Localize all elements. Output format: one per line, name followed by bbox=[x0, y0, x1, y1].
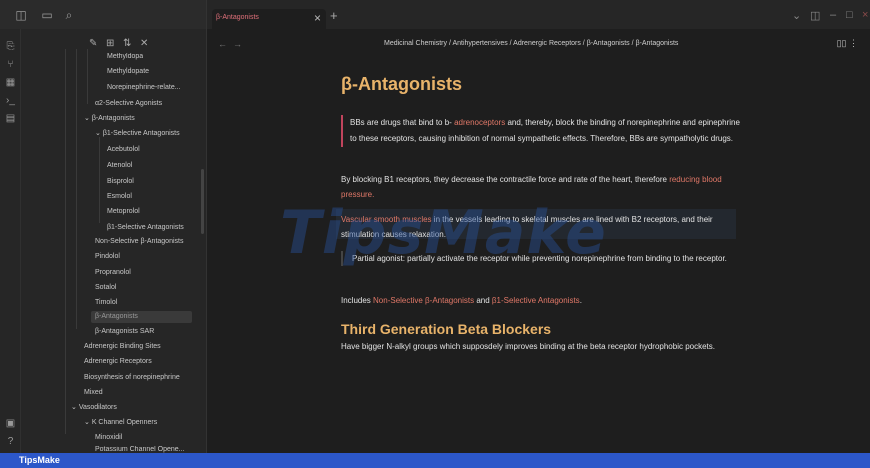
page-title: β-Antagonists bbox=[341, 74, 462, 94]
search-icon[interactable]: ⌕ bbox=[62, 8, 76, 22]
close-window-icon[interactable]: × bbox=[862, 9, 868, 21]
tree-folder-k-channel[interactable]: ⌄ K Channel Openners bbox=[84, 417, 157, 429]
tree-item[interactable]: Non-Selective β-Antagonists bbox=[95, 236, 183, 248]
tree-item[interactable]: Pindolol bbox=[95, 251, 120, 263]
title-bar: ◫ ▭ ⌕ β-Antagonists × + ⌄ ◫ – □ × bbox=[0, 0, 870, 29]
sidebar-scrollbar[interactable] bbox=[201, 169, 204, 234]
chevron-down-icon: ⌄ bbox=[71, 404, 79, 411]
paragraph: Have bigger N-alkyl groups which supposd… bbox=[341, 342, 715, 351]
collapse-icon[interactable]: ✕ bbox=[140, 38, 148, 49]
sort-icon[interactable]: ⇅ bbox=[123, 38, 131, 49]
tree-item[interactable]: Biosynthesis of norepinephrine bbox=[84, 372, 180, 384]
tree-item[interactable]: Acebutolol bbox=[107, 144, 140, 156]
tree-item[interactable]: Minoxidil bbox=[95, 432, 122, 444]
tree-item[interactable]: Adrenergic Binding Sites bbox=[84, 341, 161, 353]
link-beta1-selective[interactable]: β1-Selective Antagonists bbox=[492, 296, 580, 305]
tree-item[interactable]: Mixed bbox=[84, 387, 103, 399]
section-heading: Third Generation Beta Blockers bbox=[341, 321, 552, 337]
right-sidebar-icon[interactable]: ◫ bbox=[810, 9, 820, 22]
calendar-icon[interactable]: ▤ bbox=[4, 112, 17, 125]
help-icon[interactable]: ? bbox=[4, 435, 17, 448]
tree-guide bbox=[87, 49, 88, 104]
sidebar-header: ◫ ▭ ⌕ bbox=[0, 0, 207, 29]
tree-item[interactable]: Esmolol bbox=[107, 191, 132, 203]
book-icon[interactable]: ▯▯ ⋮ bbox=[837, 38, 858, 49]
tree-item[interactable]: Potassium Channel Opene... bbox=[95, 446, 185, 453]
tree-item[interactable]: Bisprolol bbox=[107, 176, 134, 188]
new-folder-icon[interactable]: ⊞ bbox=[106, 38, 114, 49]
tree-folder-beta1-selective[interactable]: ⌄ β1-Selective Antagonists bbox=[95, 128, 180, 140]
tree-item[interactable]: Sotalol bbox=[95, 282, 116, 294]
chevron-down-icon[interactable]: ⌄ bbox=[792, 9, 801, 22]
callout: BBs are drugs that bind to b- adrenocept… bbox=[341, 115, 741, 147]
tree-item[interactable]: Atenolol bbox=[107, 160, 132, 172]
watermark: TipsMake bbox=[280, 198, 610, 274]
graph-icon[interactable]: ⑂ bbox=[4, 58, 17, 71]
tree-item[interactable]: β-Antagonists SAR bbox=[95, 326, 154, 338]
paragraph: Includes Non-Selective β-Antagonists and… bbox=[341, 296, 582, 305]
tree-item[interactable]: Propranolol bbox=[95, 267, 131, 279]
vault-icon[interactable]: ▣ bbox=[4, 417, 17, 430]
template-icon[interactable]: ▦ bbox=[4, 76, 17, 89]
tab-active[interactable]: β-Antagonists × bbox=[212, 9, 326, 29]
tab-title: β-Antagonists bbox=[216, 14, 259, 21]
link-non-selective[interactable]: Non-Selective β-Antagonists bbox=[373, 296, 474, 305]
tree-item[interactable]: Metoprolol bbox=[107, 206, 140, 218]
tree-folder-vasodilators[interactable]: ⌄ Vasodilators bbox=[71, 402, 117, 414]
tree-item[interactable]: Norepinephrine-relate... bbox=[107, 82, 181, 94]
tree-item[interactable]: Adrenergic Receptors bbox=[84, 356, 152, 368]
new-note-icon[interactable]: ✎ bbox=[89, 38, 97, 49]
chevron-down-icon: ⌄ bbox=[95, 130, 103, 137]
tree-guide bbox=[99, 137, 100, 223]
tree-item[interactable]: β1-Selective Antagonists bbox=[107, 222, 184, 234]
file-explorer: ✎ ⊞ ⇅ ✕ Methyldopa Methyldopate Norepine… bbox=[21, 29, 207, 453]
terminal-icon[interactable]: ›_ bbox=[4, 94, 17, 107]
brand-bar: TipsMake bbox=[0, 453, 870, 468]
ribbon: ⎘ ⑂ ▦ ›_ ▤ ▣ ? bbox=[0, 29, 21, 453]
watermark-text: TipsMake bbox=[280, 198, 607, 268]
tree-item[interactable]: Methyldopa bbox=[107, 53, 143, 63]
sidebar-toggle-icon[interactable]: ◫ bbox=[14, 8, 28, 22]
chevron-down-icon: ⌄ bbox=[84, 115, 92, 122]
folder-icon[interactable]: ▭ bbox=[40, 8, 54, 22]
tree-item[interactable]: Timolol bbox=[95, 297, 117, 309]
link-adrenoceptors[interactable]: adrenoceptors bbox=[454, 118, 505, 127]
breadcrumb: Medicinal Chemistry / Antihypertensives … bbox=[384, 40, 679, 47]
nav-arrows[interactable]: ←→ bbox=[218, 39, 248, 49]
maximize-icon[interactable]: □ bbox=[846, 9, 853, 21]
open-note-icon[interactable]: ⎘ bbox=[4, 40, 17, 53]
minimize-icon[interactable]: – bbox=[830, 9, 836, 21]
chevron-down-icon: ⌄ bbox=[84, 419, 92, 426]
close-icon[interactable]: × bbox=[314, 11, 321, 25]
tree-guide bbox=[65, 49, 66, 434]
brand-label: TipsMake bbox=[19, 455, 60, 465]
tree-item[interactable]: α2-Selective Agonists bbox=[95, 98, 162, 110]
new-tab-icon[interactable]: + bbox=[330, 8, 338, 23]
tree-item-active[interactable]: β-Antagonists bbox=[91, 311, 192, 323]
tree-folder-beta-antagonists[interactable]: ⌄ β-Antagonists bbox=[84, 113, 135, 125]
tree-item[interactable]: Methyldopate bbox=[107, 66, 149, 78]
tree-guide bbox=[76, 49, 77, 329]
